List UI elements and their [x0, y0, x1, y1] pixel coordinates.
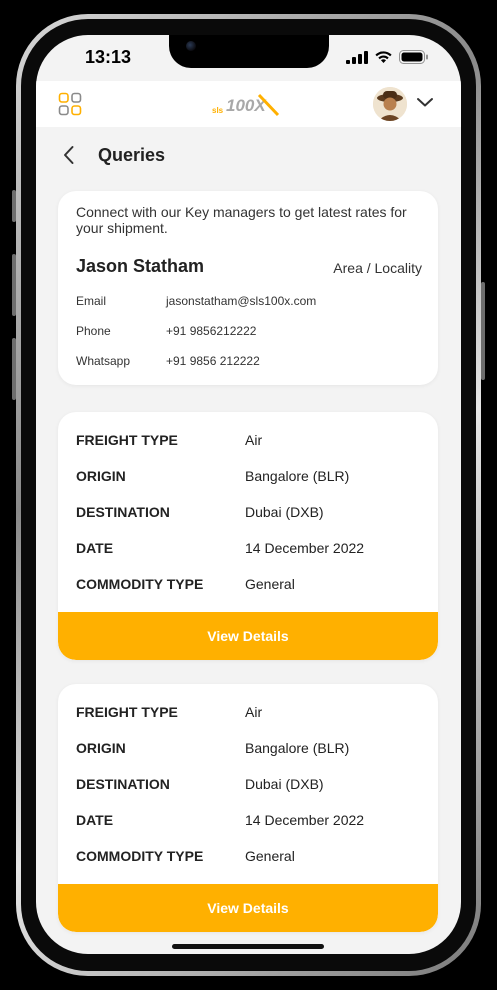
email-value[interactable]: jasonstatham@sls100x.com — [166, 294, 316, 308]
freight-type-value: Air — [245, 704, 263, 720]
page-title: Queries — [98, 145, 166, 165]
manager-area: Area / Locality — [333, 260, 422, 276]
wifi-icon — [375, 51, 392, 63]
logo-prefix: sls — [212, 106, 224, 115]
manager-name: Jason Statham — [76, 256, 205, 276]
sls100x-logo: sls 100X — [212, 93, 280, 117]
destination-value: Dubai (DXB) — [245, 504, 324, 520]
volume-up-button — [12, 254, 16, 316]
screen: 13:13 sls 100X Queries Connect with our … — [36, 35, 461, 954]
commodity-type-value: General — [245, 848, 295, 864]
user-avatar[interactable] — [373, 87, 407, 121]
silent-switch — [12, 190, 16, 222]
phone-value[interactable]: +91 9856212222 — [166, 324, 256, 338]
status-time: 13:13 — [85, 47, 132, 67]
query-card: FREIGHT TYPE Air ORIGIN Bangalore (BLR) … — [58, 412, 438, 660]
origin-value: Bangalore (BLR) — [245, 468, 350, 484]
freight-type-label: FREIGHT TYPE — [76, 704, 178, 720]
key-manager-card: Connect with our Key managers to get lat… — [58, 191, 438, 385]
commodity-type-label: COMMODITY TYPE — [76, 848, 204, 864]
date-value: 14 December 2022 — [245, 812, 365, 828]
date-label: DATE — [76, 812, 114, 828]
origin-label: ORIGIN — [76, 740, 126, 756]
contact-intro-text: Connect with our Key managers to get lat… — [76, 204, 407, 236]
volume-down-button — [12, 338, 16, 400]
origin-label: ORIGIN — [76, 468, 126, 484]
view-details-button[interactable]: View Details — [58, 612, 438, 660]
query-card: FREIGHT TYPE Air ORIGIN Bangalore (BLR) … — [58, 684, 438, 932]
destination-label: DESTINATION — [76, 504, 170, 520]
whatsapp-value[interactable]: +91 9856 212222 — [166, 354, 260, 368]
destination-label: DESTINATION — [76, 776, 170, 792]
notch — [169, 35, 329, 68]
phone-label: Phone — [76, 324, 111, 338]
commodity-type-value: General — [245, 576, 295, 592]
camera — [186, 41, 196, 51]
view-details-button[interactable]: View Details — [58, 884, 438, 932]
date-value: 14 December 2022 — [245, 540, 365, 556]
destination-value: Dubai (DXB) — [245, 776, 324, 792]
home-indicator[interactable] — [172, 944, 324, 949]
back-arrow-icon[interactable] — [62, 145, 76, 165]
origin-value: Bangalore (BLR) — [245, 740, 350, 756]
freight-type-label: FREIGHT TYPE — [76, 432, 178, 448]
signal-icon — [346, 50, 368, 64]
date-label: DATE — [76, 540, 114, 556]
email-label: Email — [76, 294, 107, 308]
commodity-type-label: COMMODITY TYPE — [76, 576, 204, 592]
status-icons — [346, 50, 429, 64]
grid-menu-icon[interactable] — [58, 92, 82, 116]
power-button — [481, 282, 485, 380]
app-bar: sls 100X — [36, 81, 461, 127]
battery-icon — [399, 50, 428, 64]
whatsapp-label: Whatsapp — [76, 354, 131, 368]
chevron-down-icon[interactable] — [416, 96, 434, 108]
freight-type-value: Air — [245, 432, 263, 448]
page-header: Queries — [36, 127, 461, 181]
